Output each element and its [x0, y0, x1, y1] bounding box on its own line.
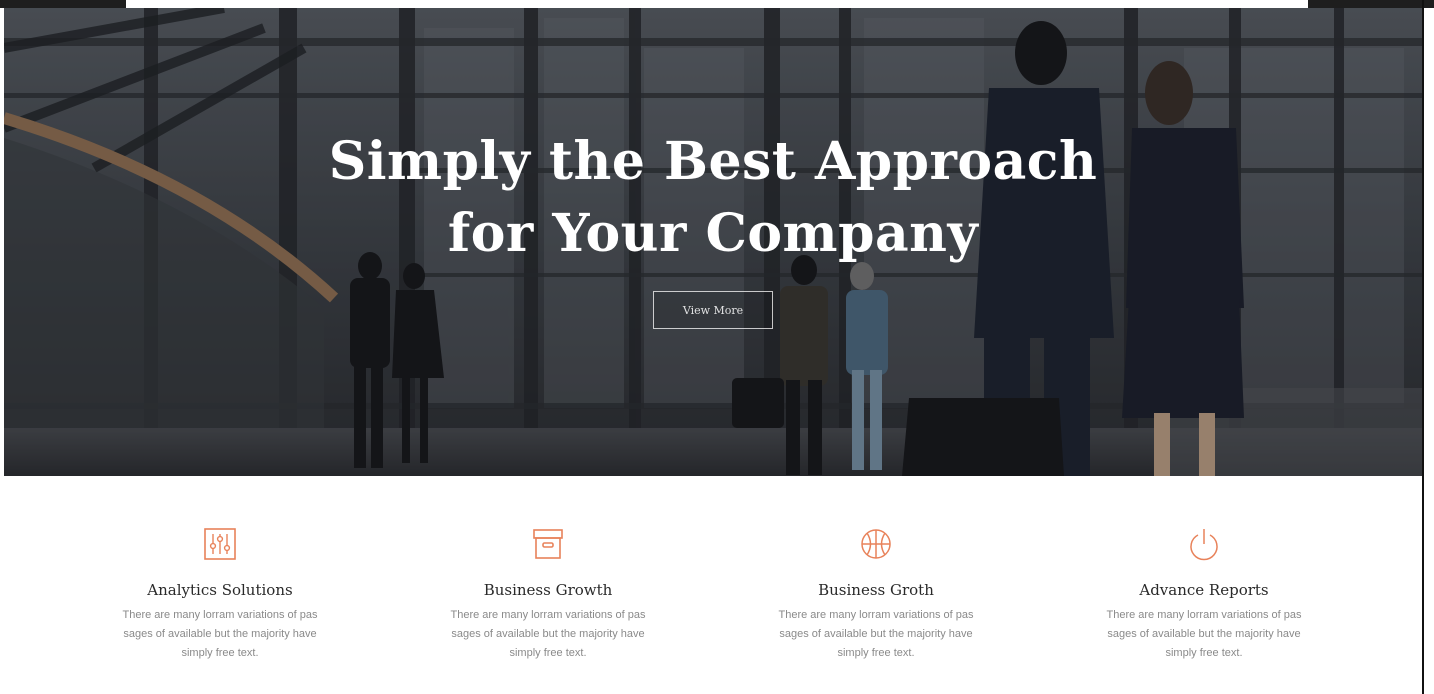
feature-title: Advance Reports — [1139, 581, 1269, 599]
feature-card-analytics-solutions: Analytics Solutions There are many lorra… — [90, 526, 350, 663]
hero-banner: Simply the Best Approach for Your Compan… — [4, 8, 1422, 476]
feature-description: There are many lorram variations of pas … — [122, 609, 318, 659]
basketball-icon — [861, 529, 891, 559]
top-right-strip — [1308, 0, 1434, 8]
archive-box-icon — [533, 529, 563, 559]
hero-title-line-2: for Your Company — [447, 203, 979, 264]
features-section: Analytics Solutions There are many lorra… — [0, 476, 1422, 694]
feature-description: There are many lorram variations of pas … — [1106, 609, 1302, 659]
feature-description: There are many lorram variations of pas … — [450, 609, 646, 659]
feature-description: There are many lorram variations of pas … — [778, 609, 974, 659]
top-left-strip — [0, 0, 126, 8]
top-header-bar — [126, 0, 1308, 8]
power-icon — [1190, 529, 1218, 561]
view-more-button[interactable]: View More — [653, 291, 773, 329]
right-frame-edge — [1422, 0, 1424, 694]
hero-title-line-1: Simply the Best Approach — [328, 131, 1098, 192]
feature-card-business-groth: Business Groth There are many lorram var… — [746, 526, 1006, 663]
feature-title: Business Groth — [818, 581, 934, 599]
sliders-icon — [204, 528, 236, 560]
feature-title: Analytics Solutions — [147, 581, 293, 599]
feature-card-business-growth: Business Growth There are many lorram va… — [418, 526, 678, 663]
hero-title: Simply the Best Approach for Your Compan… — [4, 126, 1422, 270]
feature-card-advance-reports: Advance Reports There are many lorram va… — [1074, 526, 1334, 663]
feature-title: Business Growth — [483, 581, 613, 599]
